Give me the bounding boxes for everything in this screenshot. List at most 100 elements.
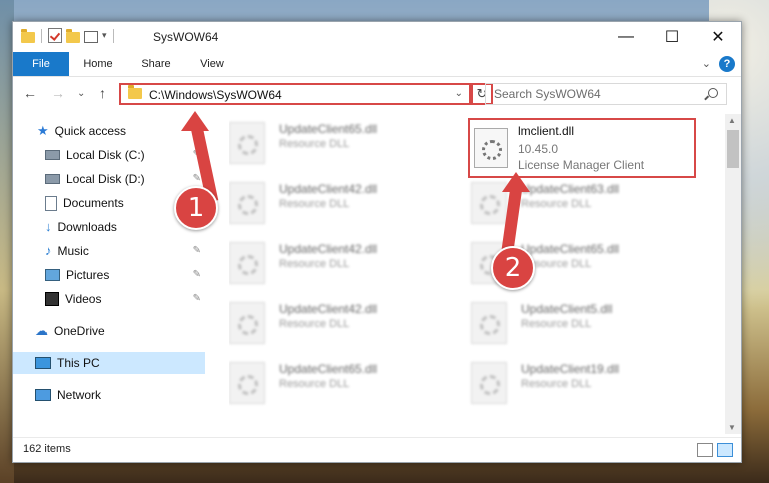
ribbon-tabs: File Home Share View ⌄ ?: [13, 52, 741, 77]
file-explorer-window: ▾ SysWOW64 — ☐ ✕ File Home Share View ⌄ …: [12, 21, 742, 463]
sidebar-item-this-pc[interactable]: This PC: [13, 352, 205, 374]
close-button[interactable]: ✕: [695, 22, 741, 52]
folder-icon: [128, 85, 142, 99]
address-bar[interactable]: C:\Windows\SysWOW64 ⌄ ↻: [119, 83, 493, 105]
window-controls: — ☐ ✕: [603, 22, 741, 52]
file-type: Resource DLL: [279, 378, 350, 390]
file-type: Resource DLL: [521, 318, 592, 330]
chevron-down-icon[interactable]: ⌄: [455, 88, 463, 99]
back-button[interactable]: ←: [23, 85, 37, 101]
file-name: UpdateClient65.dll: [279, 122, 378, 136]
tab-file[interactable]: File: [13, 52, 69, 76]
file-type: Resource DLL: [521, 378, 592, 390]
sidebar-item-quick-access[interactable]: ★ Quick access: [37, 120, 126, 142]
file-description: License Manager Client: [518, 158, 645, 172]
pictures-icon: [45, 269, 60, 281]
file-name: lmclient.dll: [518, 124, 575, 138]
help-icon[interactable]: ?: [719, 56, 735, 72]
status-bar: 162 items: [13, 437, 741, 462]
sidebar-item-local-disk-c[interactable]: Local Disk (C:) ✎: [45, 144, 201, 166]
address-path[interactable]: C:\Windows\SysWOW64: [149, 88, 282, 102]
pin-icon[interactable]: ✎: [193, 288, 201, 310]
drive-icon: [45, 150, 60, 160]
file-name: UpdateClient5.dll: [521, 302, 613, 316]
file-type: Resource DLL: [279, 138, 350, 150]
list-item[interactable]: UpdateClient42.dll Resource DLL: [229, 300, 449, 350]
customize-toolbar-icon[interactable]: ▾: [102, 30, 107, 41]
list-item[interactable]: UpdateClient5.dll Resource DLL: [471, 300, 691, 350]
sidebar-item-label: Downloads: [57, 220, 117, 234]
search-box[interactable]: Search SysWOW64: [485, 83, 727, 105]
file-type: Resource DLL: [521, 198, 592, 210]
callout-badge-2: 2: [491, 246, 535, 290]
sidebar-item-videos[interactable]: Videos ✎: [45, 288, 201, 310]
new-folder-icon[interactable]: [66, 28, 80, 43]
file-name: UpdateClient65.dll: [279, 362, 378, 376]
sidebar-item-pictures[interactable]: Pictures ✎: [45, 264, 201, 286]
sidebar-item-label: Pictures: [66, 268, 110, 282]
vertical-scrollbar[interactable]: ▲ ▼: [725, 114, 741, 434]
tab-share[interactable]: Share: [131, 52, 181, 76]
highlighted-file-lmclient[interactable]: lmclient.dll 10.45.0 License Manager Cli…: [468, 118, 696, 178]
folder-icon: [21, 28, 35, 43]
recent-locations-icon[interactable]: ⌄: [77, 88, 85, 99]
file-type: Resource DLL: [279, 198, 350, 210]
forward-button[interactable]: →: [51, 85, 65, 101]
quick-access-toolbar: ▾: [21, 28, 116, 43]
tab-view[interactable]: View: [187, 52, 237, 76]
drive-icon: [45, 174, 60, 184]
sidebar-item-label: Documents: [63, 196, 124, 210]
file-name: UpdateClient42.dll: [279, 302, 378, 316]
dll-file-icon: [229, 362, 265, 404]
list-item[interactable]: UpdateClient42.dll Resource DLL: [229, 180, 449, 230]
sidebar-item-label: Local Disk (C:): [66, 148, 145, 162]
rename-icon[interactable]: [84, 30, 98, 43]
item-count: 162 items: [23, 443, 71, 455]
download-icon: ↓: [45, 219, 52, 234]
sidebar-item-label: Quick access: [54, 124, 127, 138]
star-icon: ★: [37, 123, 49, 138]
search-input[interactable]: Search SysWOW64: [494, 87, 601, 101]
tab-home[interactable]: Home: [73, 52, 123, 76]
properties-icon[interactable]: [48, 28, 62, 43]
document-icon: [45, 195, 57, 211]
view-switcher: [697, 443, 733, 457]
sidebar-item-music[interactable]: ♪ Music ✎: [45, 240, 201, 262]
scroll-up-icon[interactable]: ▲: [728, 116, 736, 125]
sidebar-item-label: Music: [57, 244, 89, 258]
pin-icon[interactable]: ✎: [193, 240, 201, 262]
list-item[interactable]: UpdateClient65.dll Resource DLL: [229, 360, 449, 410]
sidebar-item-onedrive[interactable]: ☁ OneDrive: [35, 320, 105, 342]
expand-ribbon-icon[interactable]: ⌄: [702, 57, 711, 70]
dll-file-icon: [229, 122, 265, 164]
dll-file-icon: [471, 302, 507, 344]
search-icon[interactable]: [708, 88, 718, 98]
file-name: UpdateClient63.dll: [521, 182, 620, 196]
dll-file-icon: [229, 182, 265, 224]
title-bar: ▾ SysWOW64 — ☐ ✕: [13, 22, 741, 52]
maximize-button[interactable]: ☐: [649, 22, 695, 52]
sidebar-item-label: This PC: [57, 356, 100, 370]
videos-icon: [45, 292, 59, 306]
scroll-thumb[interactable]: [727, 130, 739, 168]
divider: [112, 28, 114, 43]
details-view-icon[interactable]: [697, 443, 713, 457]
tiles-view-icon[interactable]: [717, 443, 733, 457]
sidebar-item-network[interactable]: Network: [35, 384, 101, 406]
scroll-down-icon[interactable]: ▼: [728, 423, 736, 432]
minimize-button[interactable]: —: [603, 22, 649, 52]
file-type: Resource DLL: [279, 318, 350, 330]
pin-icon[interactable]: ✎: [193, 264, 201, 286]
dll-file-icon: [474, 128, 508, 168]
sidebar-item-label: OneDrive: [54, 324, 105, 338]
up-button[interactable]: ↑: [99, 85, 106, 101]
navigation-pane: ★ Quick access Local Disk (C:) ✎ Local D…: [13, 114, 207, 434]
file-type: Resource DLL: [279, 258, 350, 270]
list-item[interactable]: UpdateClient65.dll Resource DLL: [229, 120, 449, 170]
dll-file-icon: [229, 302, 265, 344]
sidebar-item-local-disk-d[interactable]: Local Disk (D:) ✎: [45, 168, 201, 190]
file-name: UpdateClient19.dll: [521, 362, 620, 376]
computer-icon: [35, 357, 51, 369]
list-item[interactable]: UpdateClient19.dll Resource DLL: [471, 360, 691, 410]
list-item[interactable]: UpdateClient42.dll Resource DLL: [229, 240, 449, 290]
